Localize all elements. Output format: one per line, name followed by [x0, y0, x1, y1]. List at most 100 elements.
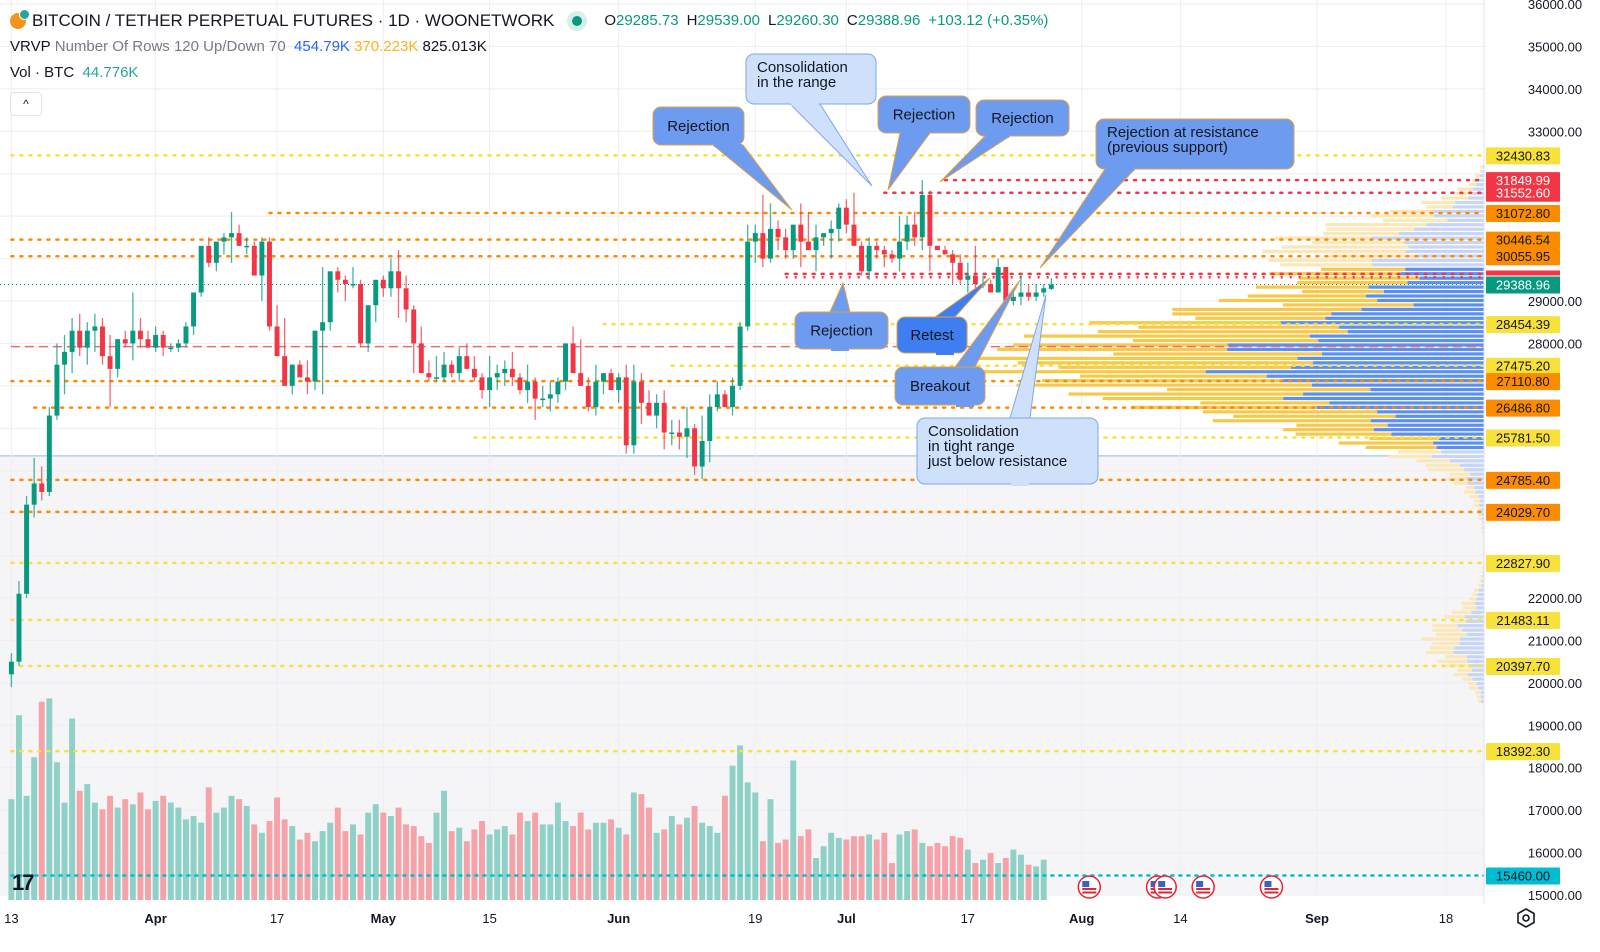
- vrvp-name[interactable]: VRVP: [10, 34, 51, 60]
- vp-up-bar: [1266, 374, 1484, 378]
- vp-up-bar: [1405, 249, 1484, 254]
- volume-bar: [729, 765, 736, 900]
- candle-body: [821, 233, 827, 238]
- price-chart[interactable]: RejectionConsolidationin the rangeReject…: [0, 0, 1600, 952]
- volume-bar: [433, 812, 440, 900]
- volume-bar: [896, 834, 903, 900]
- volume-bar: [380, 812, 387, 900]
- candle-body: [244, 245, 250, 248]
- vp-down-bar: [1172, 307, 1362, 311]
- candle-body: [16, 593, 22, 662]
- vp-down-bar: [1472, 592, 1478, 597]
- volume-bar: [1002, 858, 1009, 900]
- vp-up-bar: [1472, 677, 1484, 681]
- vp-up-bar: [1398, 232, 1484, 236]
- us-flag-icon[interactable]: [1077, 875, 1102, 899]
- vp-down-bar: [1429, 646, 1455, 650]
- candle-body: [988, 284, 994, 293]
- vp-down-bar: [1468, 682, 1477, 686]
- candle-body: [608, 373, 614, 391]
- candle-body: [456, 356, 462, 374]
- volume-bar: [425, 842, 432, 900]
- volume-bar: [84, 784, 91, 900]
- vp-down-bar: [1449, 472, 1471, 476]
- settings-gear-icon[interactable]: [1516, 908, 1536, 928]
- candle-body: [168, 347, 174, 350]
- volume-bar: [258, 832, 265, 900]
- candle-body: [775, 228, 781, 238]
- volume-bar: [403, 824, 410, 900]
- candle-body: [426, 373, 432, 378]
- volume-bar: [76, 790, 83, 900]
- candle-body: [1026, 292, 1032, 297]
- volume-bar: [661, 829, 668, 900]
- candle-body: [31, 483, 37, 505]
- vp-down-bar: [1202, 410, 1378, 414]
- volume-bar: [152, 800, 159, 900]
- collapse-legend-button[interactable]: ^: [10, 92, 42, 116]
- candle-body: [122, 339, 128, 344]
- vp-down-bar: [1469, 686, 1479, 690]
- vp-down-bar: [1457, 187, 1473, 191]
- candle-body: [259, 241, 265, 276]
- candle-body: [897, 241, 902, 259]
- market-open-dot: [572, 16, 583, 26]
- volume-bar: [129, 804, 136, 900]
- us-flag-icon[interactable]: [1153, 875, 1177, 899]
- vp-down-bar: [1466, 485, 1475, 490]
- candle-body: [866, 245, 872, 272]
- vp-up-bar: [1447, 218, 1484, 222]
- vp-down-bar: [1426, 205, 1453, 209]
- callout-joint: [1106, 168, 1134, 171]
- volume-bar: [334, 807, 341, 900]
- time-tick-label: 14: [1173, 911, 1187, 926]
- vp-down-bar: [1478, 512, 1482, 516]
- vp-up-bar: [1478, 686, 1484, 690]
- vp-down-bar: [1097, 330, 1348, 334]
- price-level-label-text: 24785.40: [1496, 473, 1550, 488]
- us-flag-icon[interactable]: [1191, 875, 1215, 899]
- vp-down-bar: [1482, 539, 1484, 543]
- volume-bar: [281, 819, 288, 900]
- vp-up-bar: [1331, 312, 1484, 316]
- volume-bar: [676, 824, 683, 900]
- time-tick-label: May: [371, 911, 397, 926]
- vp-down-bar: [1016, 383, 1312, 387]
- volume-bar: [160, 795, 167, 900]
- candle-body: [631, 381, 637, 446]
- candle-body: [160, 334, 166, 348]
- candle-body: [137, 330, 143, 340]
- volume-bar: [304, 832, 311, 900]
- volume-bar: [1017, 854, 1024, 900]
- candle-body: [934, 245, 940, 251]
- price-tick-label: 21000.00: [1528, 633, 1582, 648]
- vp-up-bar: [1347, 330, 1484, 334]
- candle-body: [46, 415, 52, 492]
- vp-up-bar: [1476, 606, 1484, 610]
- candle-body: [767, 228, 773, 259]
- us-flag-icon[interactable]: [1259, 875, 1284, 899]
- symbol-title[interactable]: BITCOIN / TETHER PERPETUAL FUTURES · 1D …: [32, 8, 554, 34]
- volume-bar: [319, 831, 326, 900]
- vp-down-bar: [1312, 240, 1405, 245]
- price-level-label-text: 31552.60: [1496, 186, 1550, 201]
- flag-canton: [1264, 881, 1272, 887]
- candle-body: [669, 432, 675, 435]
- callout-text: Rejection: [667, 118, 730, 135]
- candle-body: [995, 267, 1001, 293]
- vp-up-bar: [1452, 205, 1484, 209]
- vp-down-bar: [1463, 490, 1476, 494]
- time-tick-label: Sep: [1305, 911, 1329, 926]
- volume-name[interactable]: Vol · BTC: [10, 60, 74, 86]
- candle-body: [638, 381, 644, 403]
- vp-up-bar: [1297, 356, 1484, 360]
- vp-up-bar: [1414, 227, 1484, 231]
- price-tick-label: 28000.00: [1528, 336, 1582, 351]
- vp-down-bar: [1476, 695, 1481, 699]
- candle-body: [297, 364, 303, 378]
- vp-up-bar: [1370, 419, 1484, 423]
- tradingview-logo-icon[interactable]: 17: [12, 870, 35, 896]
- vp-up-bar: [1449, 459, 1484, 463]
- candle-body: [236, 233, 242, 246]
- last-price-label-text: 29388.96: [1496, 277, 1550, 292]
